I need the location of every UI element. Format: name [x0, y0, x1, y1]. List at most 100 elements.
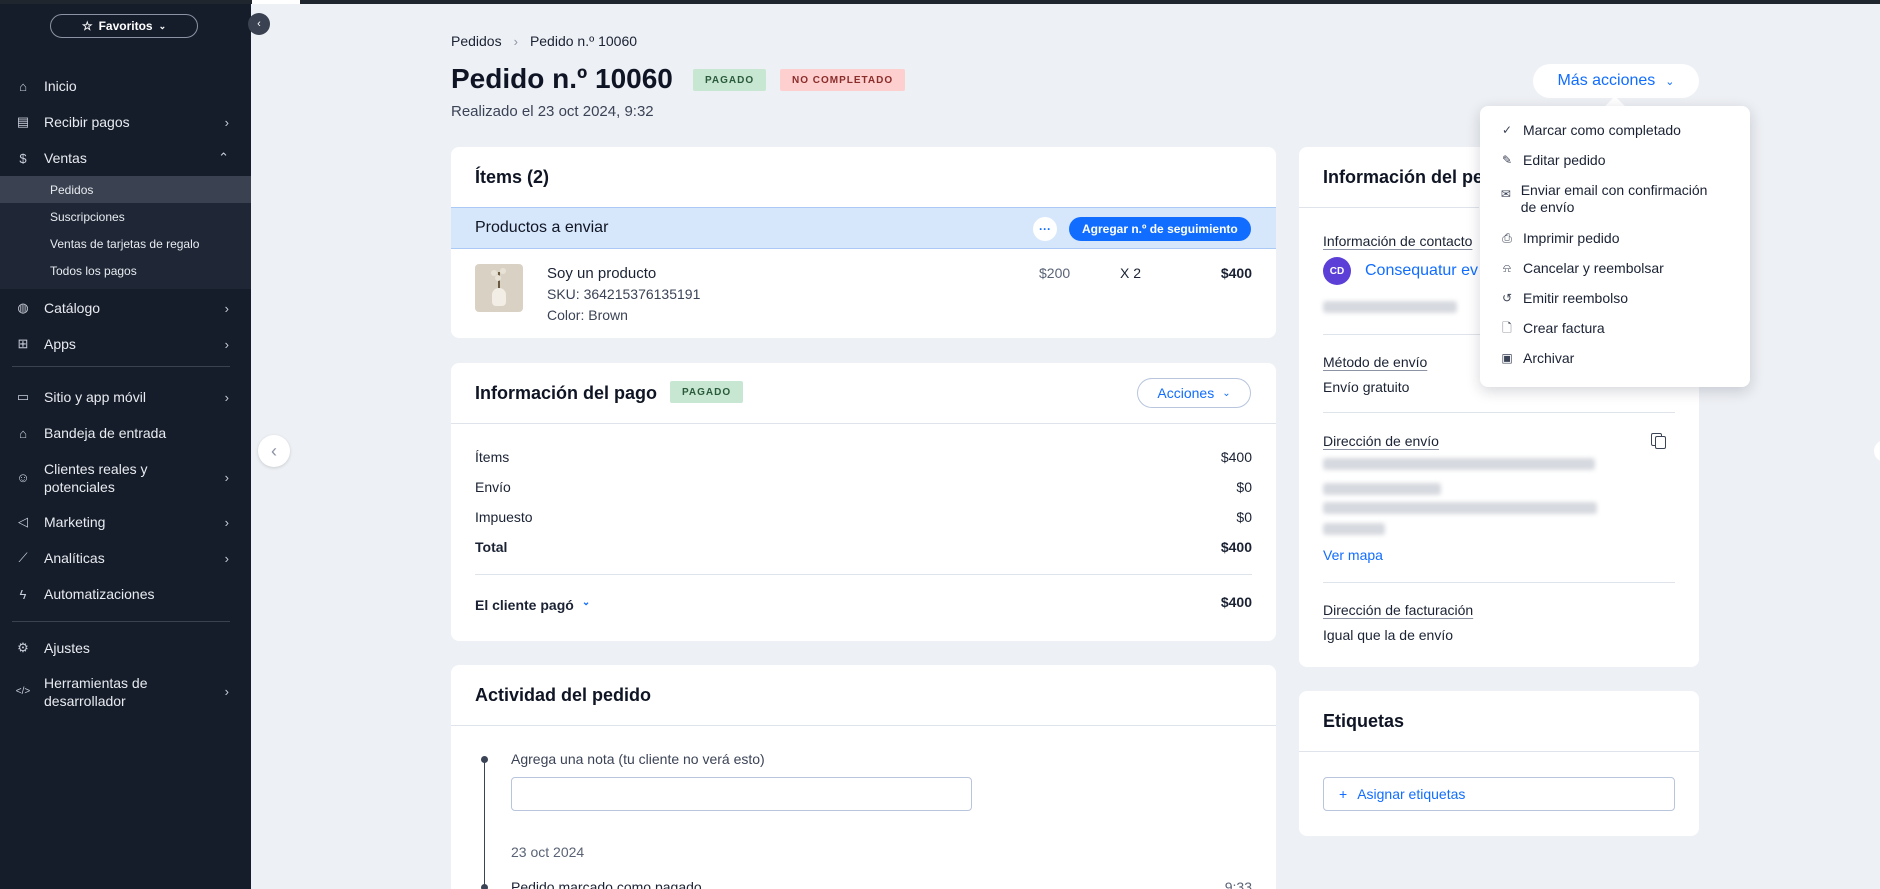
payments-icon: ▤ [16, 114, 30, 129]
envelope-icon: ✉ [1500, 187, 1511, 201]
assign-tags-button[interactable]: + Asignar etiquetas [1323, 777, 1675, 811]
sidebar-item-analiticas[interactable]: ⟋ Analíticas › [0, 540, 251, 576]
code-icon: </> [15, 686, 31, 697]
inbox-icon: ⌂ [19, 425, 27, 441]
sales-submenu: Pedidos Suscripciones Ventas de tarjetas… [0, 176, 251, 289]
thumbnail-flower [495, 275, 501, 281]
sidebar-item-marketing[interactable]: ◁ Marketing › [0, 504, 251, 540]
breadcrumb-parent[interactable]: Pedidos [451, 33, 502, 49]
catalog-icon: ◍ [17, 300, 29, 315]
menu-item-label: Archivar [1523, 350, 1575, 366]
divider [451, 725, 1276, 726]
menu-item-label: Imprimir pedido [1523, 230, 1620, 246]
menu-item-label: Emitir reembolso [1523, 290, 1629, 306]
chevron-up-icon: ⌃ [218, 150, 229, 165]
product-price: $200 [1039, 265, 1071, 281]
activity-event: Pedido marcado como pagado [511, 879, 702, 889]
menu-item-print-order[interactable]: ⎙ Imprimir pedido [1500, 230, 1619, 247]
customer-paid-toggle[interactable]: El cliente pagó ⌄ [475, 597, 590, 613]
product-thumbnail[interactable] [475, 264, 523, 312]
more-actions-button[interactable]: Más acciones ⌄ [1533, 64, 1699, 98]
redacted-address [1323, 483, 1441, 495]
redacted-address [1323, 502, 1597, 514]
plus-icon: + [1339, 786, 1348, 802]
shipping-address-label: Dirección de envío [1323, 433, 1439, 449]
chevron-right-icon: › [224, 114, 229, 130]
sidebar-item-dev-tools[interactable]: </> Herramientas de desarrollador › [0, 670, 251, 714]
copy-icon-front [1655, 436, 1666, 449]
sidebar-item-label: Bandeja de entrada [44, 425, 167, 441]
activity-card-title: Actividad del pedido [475, 685, 652, 705]
more-options-button[interactable]: ··· [1033, 217, 1057, 241]
next-order-button[interactable] [1874, 440, 1880, 462]
archive-icon: ▣ [1501, 351, 1513, 365]
printer-icon: ⎙ [1502, 231, 1512, 245]
sidebar-item-catalogo[interactable]: ◍ Catálogo › [0, 290, 251, 326]
menu-item-cancel-refund[interactable]: ⍾ Cancelar y reembolsar [1500, 260, 1664, 277]
chevron-left-icon: ‹ [257, 18, 261, 30]
view-map-link[interactable]: Ver mapa [1323, 547, 1383, 563]
contact-name-link[interactable]: Consequatur ev [1365, 262, 1478, 280]
breadcrumb-current: Pedido n.º 10060 [529, 33, 638, 49]
menu-item-archive[interactable]: ▣ Archivar [1500, 350, 1574, 367]
sidebar-item-ajustes[interactable]: ⚙ Ajustes [0, 630, 251, 666]
sidebar-subitem-pedidos[interactable]: Pedidos [0, 176, 251, 203]
ship-bar-label: Productos a enviar [475, 219, 609, 236]
sidebar-item-bandeja[interactable]: ⌂ Bandeja de entrada [0, 415, 251, 451]
copy-icon[interactable] [1651, 433, 1666, 449]
product-name[interactable]: Soy un producto [547, 265, 656, 282]
actions-button[interactable]: Acciones ⌄ [1137, 378, 1251, 408]
add-tracking-button[interactable]: Agregar n.º de seguimiento [1069, 217, 1251, 241]
activity-event-time: 9:33 [1224, 879, 1252, 889]
refund-icon: ↺ [1501, 291, 1513, 305]
sidebar-item-label: Recibir pagos [44, 114, 130, 130]
sidebar-subitem-gift-cards[interactable]: Ventas de tarjetas de regalo [0, 230, 251, 257]
sidebar-item-label: Clientes reales y potenciales [44, 461, 148, 495]
menu-item-issue-refund[interactable]: ↺ Emitir reembolso [1500, 290, 1628, 307]
customer-paid-value: $400 [1220, 594, 1252, 610]
paid-badge: PAGADO [693, 69, 767, 91]
megaphone-icon: ◁ [18, 514, 28, 529]
product-sku: SKU: 364215376135191 [547, 286, 701, 302]
sidebar-subitem-all-payments[interactable]: Todos los pagos [0, 257, 251, 284]
timeline-dot [481, 756, 488, 763]
payment-row-label: Ítems [475, 449, 510, 465]
invoice-icon: 🗋 [1502, 321, 1512, 335]
sidebar-item-apps[interactable]: ⊞ Apps › [0, 326, 251, 362]
sidebar-item-label: Automatizaciones [44, 586, 155, 602]
sidebar-item-inicio[interactable]: ⌂ Inicio [0, 68, 251, 104]
menu-item-mark-completed[interactable]: ✓ Marcar como completado [1500, 122, 1681, 139]
browser-top-bar [0, 0, 1880, 4]
menu-item-edit-order[interactable]: ✎ Editar pedido [1500, 152, 1606, 169]
sidebar-subitem-suscripciones[interactable]: Suscripciones [0, 203, 251, 230]
apps-icon: ⊞ [17, 336, 29, 351]
sidebar-item-label: Herramientas de desarrollador [44, 675, 148, 709]
product-qty: X 2 [1120, 265, 1142, 281]
sidebar-item-label: Sitio y app móvil [44, 389, 146, 405]
favorites-button[interactable]: ☆ Favoritos ⌄ [50, 14, 198, 38]
billing-address-value: Igual que la de envío [1323, 627, 1453, 643]
collapse-sidebar-button[interactable]: ‹ [248, 13, 270, 35]
menu-item-send-shipping-email[interactable]: ✉ Enviar email con confirmación de envío [1500, 182, 1725, 216]
sidebar-item-recibir-pagos[interactable]: ▤ Recibir pagos › [0, 104, 251, 140]
sidebar-item-sitio[interactable]: ▭ Sitio y app móvil › [0, 379, 251, 415]
contact-info-label: Información de contacto [1323, 233, 1473, 249]
note-input[interactable] [511, 777, 972, 811]
sidebar-item-label: Ventas [44, 150, 87, 166]
sidebar-item-automatizaciones[interactable]: ϟ Automatizaciones [0, 576, 251, 612]
payment-row-label: Impuesto [475, 509, 533, 525]
menu-item-create-invoice[interactable]: 🗋 Crear factura [1500, 320, 1605, 337]
browser-tab[interactable] [252, 0, 300, 4]
sidebar-item-label: Analíticas [44, 550, 105, 566]
thumbnail-vase [492, 288, 506, 306]
previous-order-button[interactable]: ‹ [258, 435, 290, 467]
sidebar-item-ventas[interactable]: $ Ventas ⌃ [0, 140, 251, 176]
chevron-down-icon: ⌄ [158, 20, 167, 31]
timeline-line [484, 760, 485, 889]
redacted-address [1323, 523, 1385, 535]
divider [1323, 582, 1675, 583]
divider [1323, 412, 1675, 413]
ship-bar: Productos a enviar ··· Agregar n.º de se… [451, 207, 1276, 249]
chevron-down-icon: ⌄ [1665, 75, 1675, 88]
sidebar-item-clientes[interactable]: ☺ Clientes reales y potenciales › [0, 456, 251, 500]
